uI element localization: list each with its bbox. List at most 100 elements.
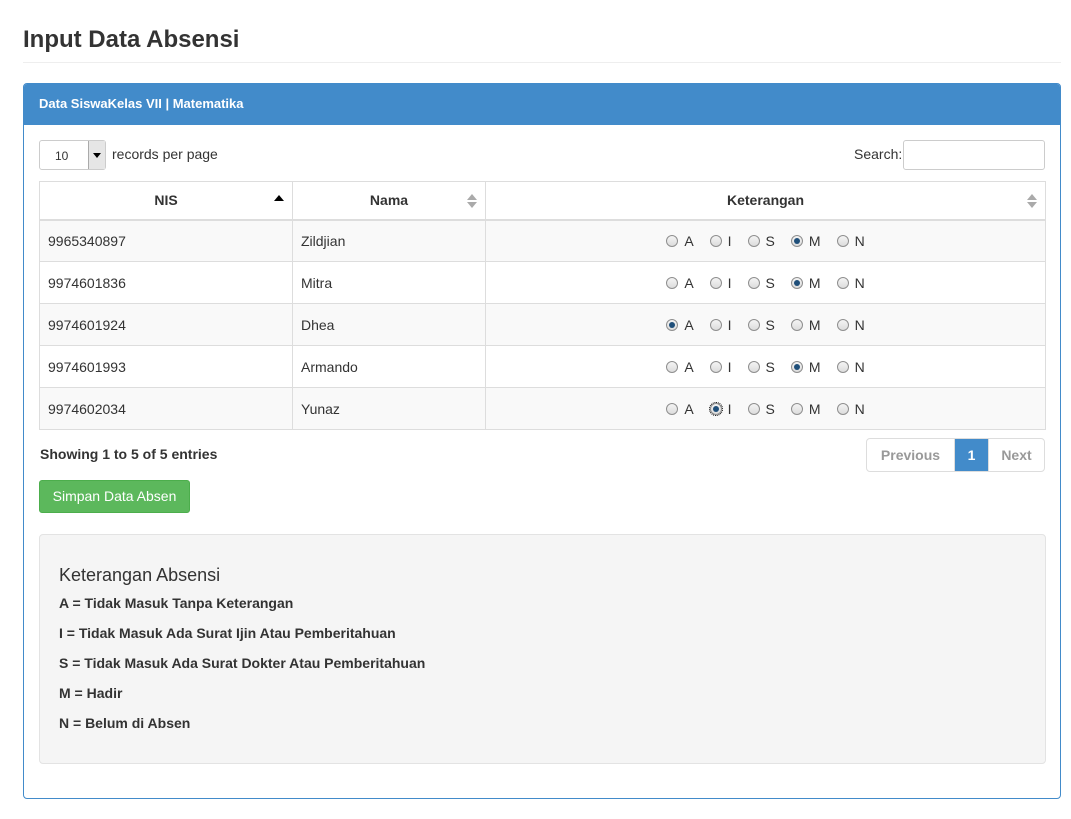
records-per-page-select[interactable]: 10 (39, 140, 106, 170)
radio-button[interactable] (666, 276, 679, 289)
radio-button[interactable] (836, 402, 849, 415)
attendance-option-i[interactable]: I (709, 317, 732, 333)
radio-label: M (808, 400, 821, 417)
radio-button[interactable] (666, 402, 679, 415)
search-input[interactable] (903, 140, 1045, 170)
legend-title: Keterangan Absensi (59, 565, 221, 585)
column-header-nama[interactable]: Nama (292, 181, 486, 221)
cell-keterangan: AI S M N (485, 387, 1046, 430)
table-info: Showing 1 to 5 of 5 entries (40, 446, 218, 462)
radio-button[interactable] (836, 276, 849, 289)
attendance-option-a[interactable]: A (666, 275, 694, 291)
attendance-option-n[interactable]: N (836, 358, 865, 375)
next-page-button[interactable]: Next (988, 439, 1044, 471)
column-header-label: NIS (154, 192, 178, 209)
radio-label: N (854, 316, 865, 333)
attendance-option-i[interactable]: I (709, 274, 732, 291)
radio-button[interactable] (836, 318, 849, 331)
radio-label: A (684, 316, 694, 333)
radio-label: M (808, 274, 821, 291)
attendance-option-s[interactable]: S (747, 317, 775, 333)
column-header-label: Nama (369, 192, 409, 209)
radio-button[interactable] (666, 318, 679, 331)
previous-page-button[interactable]: Previous (867, 439, 955, 471)
radio-label: A (684, 400, 694, 417)
radio-button[interactable] (708, 401, 723, 416)
attendance-option-m[interactable]: M (790, 317, 821, 333)
legend-item: N = Belum di Absen (59, 715, 191, 731)
radio-label: N (854, 274, 865, 291)
radio-button[interactable] (790, 360, 803, 373)
attendance-option-n[interactable]: N (836, 316, 865, 333)
radio-label: N (854, 400, 865, 417)
attendance-option-m[interactable]: M (790, 274, 821, 291)
attendance-option-n[interactable]: N (836, 400, 865, 417)
radio-label: S (765, 400, 775, 417)
table-row: 9974602034 Yunaz A I S M N (39, 387, 1046, 430)
attendance-option-a[interactable]: A (666, 400, 694, 417)
radio-button[interactable] (747, 318, 760, 331)
radio-label: A (684, 232, 694, 249)
attendance-option-s[interactable]: S (747, 400, 775, 417)
attendance-option-n[interactable]: N (836, 274, 865, 291)
radio-button[interactable] (836, 360, 849, 373)
cell-nama: Yunaz (292, 387, 486, 430)
radio-button[interactable] (790, 318, 803, 331)
column-header-nis[interactable]: NIS (39, 181, 293, 221)
chevron-down-icon[interactable] (88, 141, 105, 169)
radio-button[interactable] (709, 276, 722, 289)
radio-button[interactable] (747, 276, 760, 289)
table-row: 9974601836 Mitra A I S M N (39, 261, 1046, 304)
radio-button[interactable] (666, 360, 679, 373)
attendance-option-m[interactable]: M (790, 400, 821, 417)
cell-nis: 9974602034 (39, 387, 293, 430)
cell-nis: 9965340897 (39, 219, 293, 262)
cell-keterangan: AISM N (485, 303, 1046, 346)
cell-nis: 9974601924 (39, 303, 293, 346)
attendance-option-n[interactable]: N (836, 233, 865, 249)
cell-keterangan: AI SM N (485, 345, 1046, 388)
radio-button[interactable] (709, 318, 722, 331)
legend-item: I = Tidak Masuk Ada Surat Ijin Atau Pemb… (59, 625, 396, 641)
records-per-page-value: 10 (55, 149, 69, 163)
radio-button[interactable] (747, 234, 760, 247)
table-row: 9974601993 Armando A I S M N (39, 345, 1046, 388)
column-header-keterangan[interactable]: Keterangan (485, 181, 1046, 221)
table-header-row: NIS Nama Keterangan (39, 181, 1046, 221)
save-attendance-button[interactable]: Simpan Data Absen (39, 480, 190, 513)
attendance-option-i[interactable]: I (709, 233, 732, 249)
attendance-table: NIS Nama Keterangan 9965340897 Zildjian A I… (39, 181, 1046, 430)
attendance-option-a[interactable]: A (666, 316, 694, 333)
attendance-option-s[interactable]: S (747, 275, 775, 291)
radio-button[interactable] (747, 402, 760, 415)
radio-button[interactable] (836, 234, 849, 247)
attendance-option-a[interactable]: A (666, 232, 694, 249)
radio-label: N (854, 358, 865, 375)
attendance-option-s[interactable]: S (747, 233, 775, 249)
pagination: Previous 1 Next (866, 438, 1045, 472)
page-title: Input Data Absensi (23, 26, 240, 53)
column-header-label: Keterangan (726, 192, 805, 209)
radio-button[interactable] (790, 402, 803, 415)
sort-ascending-icon (274, 195, 284, 201)
attendance-option-a[interactable]: A (666, 359, 694, 375)
attendance-legend: Keterangan Absensi A = Tidak Masuk Tanpa… (39, 534, 1046, 764)
radio-button[interactable] (666, 234, 679, 247)
radio-button[interactable] (709, 234, 722, 247)
radio-button[interactable] (790, 276, 803, 289)
attendance-option-i[interactable]: I (708, 401, 732, 417)
attendance-option-s[interactable]: S (747, 358, 775, 375)
radio-label: I (727, 274, 732, 291)
radio-button[interactable] (709, 360, 722, 373)
radio-label: S (765, 358, 775, 375)
attendance-option-m[interactable]: M (790, 233, 821, 249)
radio-button[interactable] (747, 360, 760, 373)
legend-item: S = Tidak Masuk Ada Surat Dokter Atau Pe… (59, 655, 426, 671)
attendance-option-i[interactable]: I (709, 359, 732, 375)
cell-nama: Armando (292, 345, 486, 388)
attendance-option-m[interactable]: M (790, 359, 821, 375)
title-divider (23, 62, 1061, 63)
radio-button[interactable] (790, 234, 803, 247)
page-1-button[interactable]: 1 (955, 439, 988, 471)
cell-keterangan: AISMN (485, 219, 1046, 262)
